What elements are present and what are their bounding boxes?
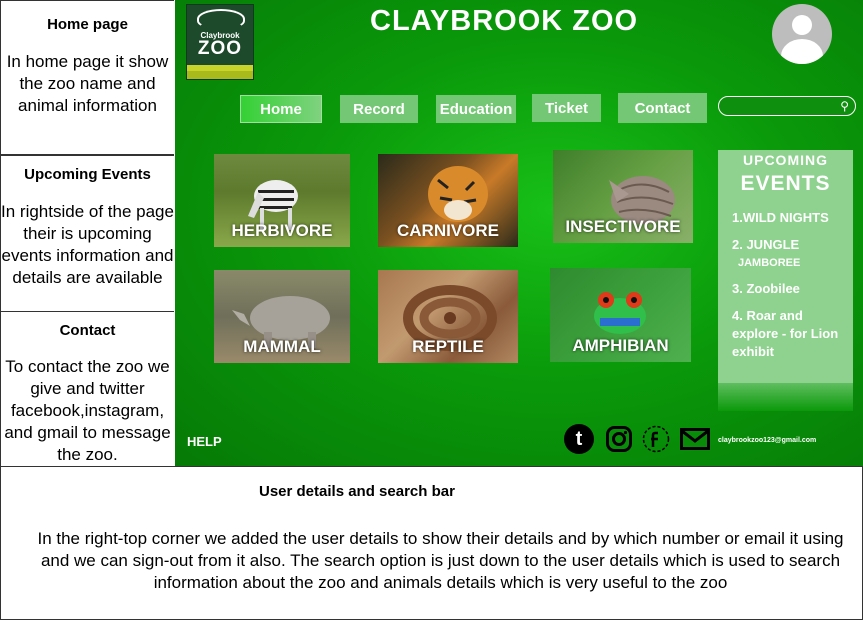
event-item-jungle-jamboree[interactable]: 2. JUNGLE JAMBOREE — [732, 236, 849, 272]
upcoming-events-panel: UPCOMING EVENTS 1.WILD NIGHTS 2. JUNGLE … — [718, 150, 853, 383]
event-item-roar-and-explore[interactable]: 4. Roar and explore - for Lion exhibit — [732, 307, 849, 361]
tumblr-icon[interactable]: t — [564, 424, 594, 454]
note-user-text: In the right-top corner we added the use… — [37, 529, 844, 592]
avatar-head — [792, 15, 812, 35]
logo-stripe — [187, 71, 253, 79]
logo-swirl-icon — [197, 9, 245, 29]
note-user-title: User details and search bar — [259, 483, 455, 500]
instagram-icon[interactable] — [606, 426, 632, 452]
user-avatar-icon[interactable] — [772, 4, 832, 64]
nav-record-button[interactable]: Record — [340, 95, 418, 123]
category-card-herbivore[interactable]: HERBIVORE — [214, 154, 350, 247]
note-upcoming-events: Upcoming Events In rightside of the page… — [0, 155, 174, 312]
events-title-line1: UPCOMING — [743, 152, 828, 168]
annotation-column: Home page In home page it show the zoo n… — [0, 0, 175, 467]
category-label-insectivore: INSECTIVORE — [565, 217, 681, 236]
zoo-homepage-mockup: Claybrook ZOO CLAYBROOK ZOO Home Record … — [175, 0, 863, 466]
note-home-title: Home page — [47, 16, 128, 33]
contact-email[interactable]: claybrookzoo123@gmail.com — [718, 437, 816, 444]
note-user-details: User details and search bar In the right… — [0, 466, 863, 620]
nav-ticket-button[interactable]: Ticket — [532, 94, 601, 122]
category-card-reptile[interactable]: REPTILE — [378, 270, 518, 363]
note-events-text: In rightside of the page their is upcomi… — [1, 202, 174, 287]
note-events-title: Upcoming Events — [24, 166, 151, 183]
note-home-page: Home page In home page it show the zoo n… — [0, 0, 174, 155]
event-item-label: 2. JUNGLE — [732, 237, 800, 252]
note-contact-title: Contact — [59, 322, 116, 339]
logo-big-text: ZOO — [197, 38, 243, 59]
events-title-line2: EVENTS — [740, 172, 831, 195]
event-item-sublabel: JAMBOREE — [738, 257, 801, 269]
category-label-reptile: REPTILE — [412, 337, 484, 356]
category-card-insectivore[interactable]: INSECTIVORE — [553, 150, 693, 243]
nav-home-button[interactable]: Home — [240, 95, 322, 123]
facebook-icon[interactable] — [642, 425, 670, 453]
category-label-mammal: MAMMAL — [243, 337, 321, 356]
category-card-amphibian[interactable]: AMPHIBIAN — [550, 268, 691, 362]
note-contact: Contact To contact the zoo we give and t… — [0, 311, 174, 467]
note-home-text: In home page it show the zoo name and an… — [6, 52, 169, 115]
category-label-amphibian: AMPHIBIAN — [572, 336, 669, 355]
help-link[interactable]: HELP — [187, 434, 222, 449]
search-input[interactable]: ⚲ — [718, 96, 856, 116]
event-item-zoobilee[interactable]: 3. Zoobilee — [732, 280, 849, 298]
search-icon[interactable]: ⚲ — [840, 98, 849, 114]
nav-education-button[interactable]: Education — [436, 95, 516, 123]
events-panel-fade — [718, 383, 853, 411]
zoo-logo[interactable]: Claybrook ZOO — [186, 4, 254, 80]
mail-icon[interactable] — [680, 428, 710, 450]
site-title: CLAYBROOK ZOO — [370, 5, 639, 37]
category-label-herbivore: HERBIVORE — [231, 221, 333, 240]
event-item-wild-nights[interactable]: 1.WILD NIGHTS — [732, 209, 849, 227]
avatar-body — [781, 39, 823, 64]
nav-contact-button[interactable]: Contact — [618, 93, 707, 123]
category-label-carnivore: CARNIVORE — [396, 221, 499, 240]
note-contact-text: To contact the zoo we give and twitter f… — [4, 357, 171, 464]
category-card-mammal[interactable]: MAMMAL — [214, 270, 350, 363]
category-card-carnivore[interactable]: CARNIVORE — [378, 154, 518, 247]
